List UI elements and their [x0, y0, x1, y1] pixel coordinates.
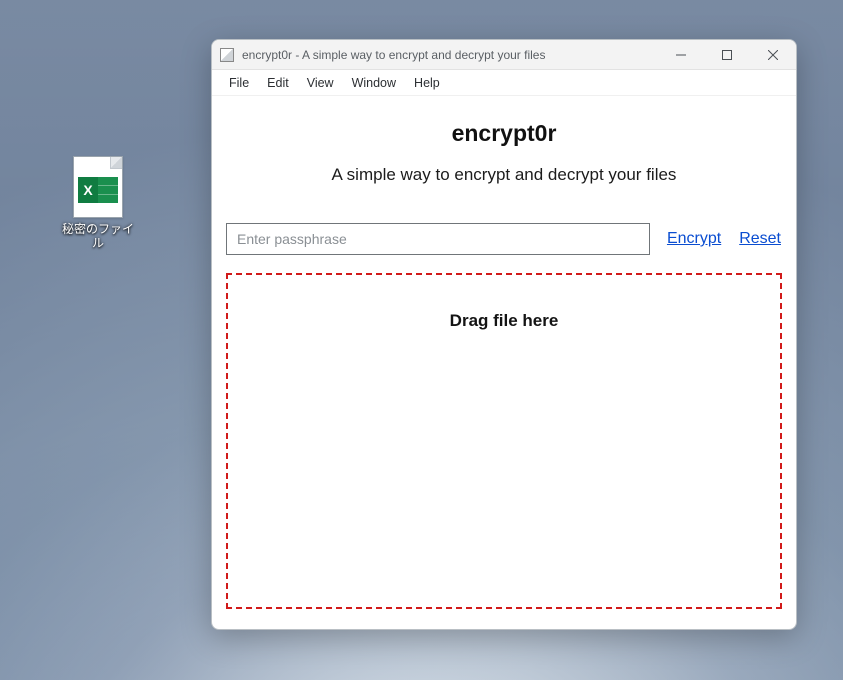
excel-grid-icon [98, 177, 118, 203]
window-controls [658, 40, 796, 69]
desktop-file-label: 秘密のファイル [58, 222, 138, 251]
maximize-button[interactable] [704, 40, 750, 69]
app-window: encrypt0r - A simple way to encrypt and … [211, 39, 797, 630]
reset-button[interactable]: Reset [738, 228, 782, 250]
menu-file[interactable]: File [220, 73, 258, 93]
menubar: File Edit View Window Help [212, 70, 796, 96]
app-body: encrypt0r A simple way to encrypt and de… [212, 96, 796, 629]
desktop-file-excel[interactable]: X 秘密のファイル [58, 156, 138, 251]
file-icon: X [73, 156, 123, 218]
menu-help[interactable]: Help [405, 73, 449, 93]
dropzone[interactable]: Drag file here [226, 273, 782, 609]
minimize-icon [676, 50, 686, 60]
passphrase-input[interactable] [226, 223, 650, 255]
close-button[interactable] [750, 40, 796, 69]
app-subtitle: A simple way to encrypt and decrypt your… [226, 165, 782, 185]
app-title: encrypt0r [226, 120, 782, 147]
excel-badge-icon: X [78, 177, 118, 203]
minimize-button[interactable] [658, 40, 704, 69]
titlebar[interactable]: encrypt0r - A simple way to encrypt and … [212, 40, 796, 70]
close-icon [768, 50, 778, 60]
excel-x-icon: X [78, 177, 98, 203]
dropzone-label: Drag file here [450, 311, 559, 330]
controls-row: Encrypt Reset [226, 223, 782, 255]
window-title: encrypt0r - A simple way to encrypt and … [242, 48, 545, 62]
app-icon [220, 48, 234, 62]
menu-window[interactable]: Window [343, 73, 405, 93]
menu-view[interactable]: View [298, 73, 343, 93]
file-fold-icon [110, 157, 122, 169]
maximize-icon [722, 50, 732, 60]
menu-edit[interactable]: Edit [258, 73, 298, 93]
encrypt-button[interactable]: Encrypt [666, 228, 722, 250]
